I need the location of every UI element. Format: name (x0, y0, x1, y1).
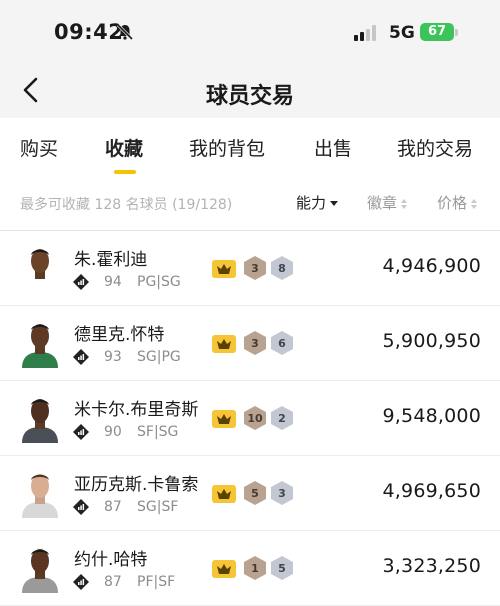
active-tab-indicator (114, 170, 136, 174)
player-price: 3,323,250 (382, 555, 481, 577)
player-name: 约什.哈特 (74, 550, 148, 570)
player-rating: 94 (104, 274, 122, 290)
status-bar: 09:42 5G 67 (0, 0, 500, 64)
crown-badge-icon (212, 410, 236, 428)
player-name: 德里克.怀特 (74, 325, 165, 345)
player-positions: SF|SG (137, 424, 179, 440)
tab-my-trades[interactable]: 我的交易 (397, 134, 473, 161)
rating-diamond-icon (73, 274, 89, 290)
mute-bell-icon (116, 23, 134, 41)
player-price: 9,548,000 (382, 405, 481, 427)
bronze-badge-count: 10 (244, 406, 266, 430)
player-positions: SG|SF (137, 499, 179, 515)
sort-ability-button[interactable]: 能力 (296, 192, 339, 213)
player-rating: 87 (104, 499, 122, 515)
silver-badge-count: 3 (271, 481, 293, 505)
player-avatar (22, 249, 58, 293)
player-positions: PF|SF (137, 574, 176, 590)
battery-level: 67 (427, 24, 447, 39)
sort-price-button[interactable]: 价格 (437, 192, 478, 213)
sort-badge-button[interactable]: 徽章 (367, 192, 408, 213)
player-name: 米卡尔.布里奇斯 (74, 400, 199, 420)
bronze-badge-count: 5 (244, 481, 266, 505)
player-price: 4,946,900 (382, 255, 481, 277)
player-rating: 90 (104, 424, 122, 440)
bronze-badge-count: 3 (244, 256, 266, 280)
sort-badge-label: 徽章 (367, 194, 398, 212)
favorites-capacity-text: 最多可收藏 128 名球员 (19/128) (20, 197, 233, 213)
rating-diamond-icon (73, 574, 89, 590)
rating-diamond-icon (73, 424, 89, 440)
page-title: 球员交易 (205, 84, 294, 109)
nav-bar: 球员交易 (0, 64, 500, 118)
battery-cap (455, 29, 458, 36)
tab-bar: 购买 收藏 我的背包 出售 我的交易 (0, 118, 500, 178)
player-rating: 93 (104, 349, 122, 365)
tab-sell[interactable]: 出售 (314, 134, 352, 161)
crown-badge-icon (212, 485, 236, 503)
player-row[interactable]: 朱.霍利迪 94 PG|SG 3 8 4,946,900 (0, 231, 500, 306)
battery-icon: 67 (420, 23, 454, 41)
crown-badge-icon (212, 335, 236, 353)
player-avatar (22, 474, 58, 518)
player-avatar (22, 399, 58, 443)
player-positions: PG|SG (137, 274, 181, 290)
signal-icon (354, 25, 376, 41)
bronze-badge-count: 1 (244, 556, 266, 580)
player-row[interactable]: 亚历克斯.卡鲁索 87 SG|SF 5 3 4,969,650 (0, 456, 500, 531)
silver-badge-count: 8 (271, 256, 293, 280)
player-rating: 87 (104, 574, 122, 590)
player-row[interactable]: 米卡尔.布里奇斯 90 SF|SG 10 2 9,548,000 (0, 381, 500, 456)
rating-diamond-icon (73, 499, 89, 515)
tab-buy[interactable]: 购买 (20, 134, 58, 161)
tab-my-backpack[interactable]: 我的背包 (189, 134, 265, 161)
player-row[interactable]: 德里克.怀特 93 SG|PG 3 6 5,900,950 (0, 306, 500, 381)
player-row[interactable]: 约什.哈特 87 PF|SF 1 5 3,323,250 (0, 531, 500, 606)
player-avatar (22, 324, 58, 368)
player-avatar (22, 549, 58, 593)
bronze-badge-count: 3 (244, 331, 266, 355)
tab-favorites[interactable]: 收藏 (105, 134, 143, 161)
status-time: 09:42 (54, 20, 124, 44)
sort-toggle-icon (471, 198, 478, 209)
rating-diamond-icon (73, 349, 89, 365)
crown-badge-icon (212, 260, 236, 278)
sort-toggle-icon (401, 198, 408, 209)
player-name: 亚历克斯.卡鲁索 (74, 475, 199, 495)
player-positions: SG|PG (137, 349, 181, 365)
silver-badge-count: 2 (271, 406, 293, 430)
sort-ability-label: 能力 (296, 194, 327, 212)
player-name: 朱.霍利迪 (74, 250, 148, 270)
player-price: 4,969,650 (382, 480, 481, 502)
filter-row: 最多可收藏 128 名球员 (19/128) 能力 徽章 价格 (0, 178, 500, 231)
player-price: 5,900,950 (382, 330, 481, 352)
sort-price-label: 价格 (437, 194, 468, 212)
sort-desc-icon (330, 201, 339, 206)
silver-badge-count: 6 (271, 331, 293, 355)
network-type: 5G (389, 23, 415, 43)
silver-badge-count: 5 (271, 556, 293, 580)
crown-badge-icon (212, 560, 236, 578)
player-list: 朱.霍利迪 94 PG|SG 3 8 4,946,900 德里克.怀特 93 S… (0, 231, 500, 606)
